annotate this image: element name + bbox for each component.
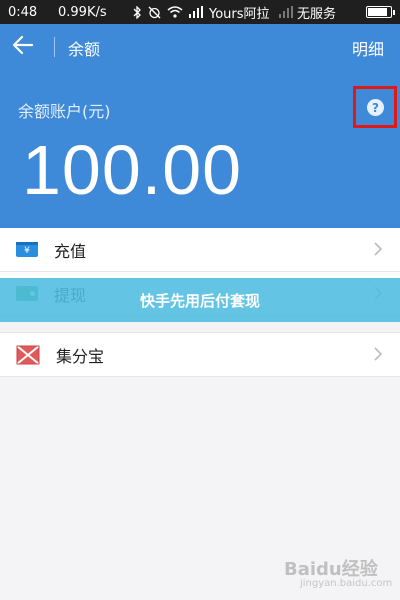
battery-icon: [366, 6, 395, 18]
question-icon[interactable]: ?: [367, 99, 384, 116]
back-button[interactable]: [12, 34, 40, 60]
overlay-banner: 快手先用后付套现: [0, 278, 400, 322]
menu-item-recharge[interactable]: ¥ 充值: [0, 228, 400, 272]
menu-item-label: 集分宝: [56, 346, 105, 366]
page-title: 余额: [68, 40, 101, 59]
arrow-left-icon: [12, 35, 34, 55]
watermark-subtext: jingyan.baidu.com: [300, 578, 393, 589]
help-highlight-box: ?: [353, 86, 397, 128]
battery-fill: [368, 8, 387, 16]
status-icons: [133, 5, 203, 19]
status-carrier-2: 无服务: [297, 6, 337, 22]
recharge-icon-glyph: ¥: [24, 246, 30, 256]
wifi-icon: [167, 6, 183, 18]
chevron-right-icon: [374, 347, 383, 361]
balance-header: 余额 明细 余额账户(元) ? 100.00: [0, 24, 400, 228]
signal-weak-icon: [279, 6, 293, 18]
status-carrier-1: Yours阿拉: [209, 6, 270, 22]
bluetooth-icon: [133, 5, 141, 19]
detail-button[interactable]: 明细: [352, 36, 384, 60]
chevron-right-icon: [374, 242, 383, 256]
recharge-card-icon: ¥: [16, 242, 38, 257]
status-bar: 0:48 0.99K/s Yours阿拉 无服务: [0, 0, 400, 24]
alarm-off-icon: [148, 6, 161, 18]
jifenbao-icon: [16, 344, 40, 365]
menu-item-jifenbao[interactable]: 集分宝: [0, 333, 400, 377]
nav-divider: [54, 37, 55, 57]
balance-label: 余额账户(元): [18, 102, 111, 121]
nav-bar: 余额 明细: [0, 24, 400, 68]
menu-list-bottom: 集分宝: [0, 332, 400, 377]
menu-item-label: 充值: [54, 241, 87, 261]
balance-amount: 100.00: [22, 131, 243, 209]
status-net-speed: 0.99K/s: [58, 4, 107, 20]
status-time: 0:48: [8, 4, 38, 20]
signal-icon: [189, 6, 203, 18]
